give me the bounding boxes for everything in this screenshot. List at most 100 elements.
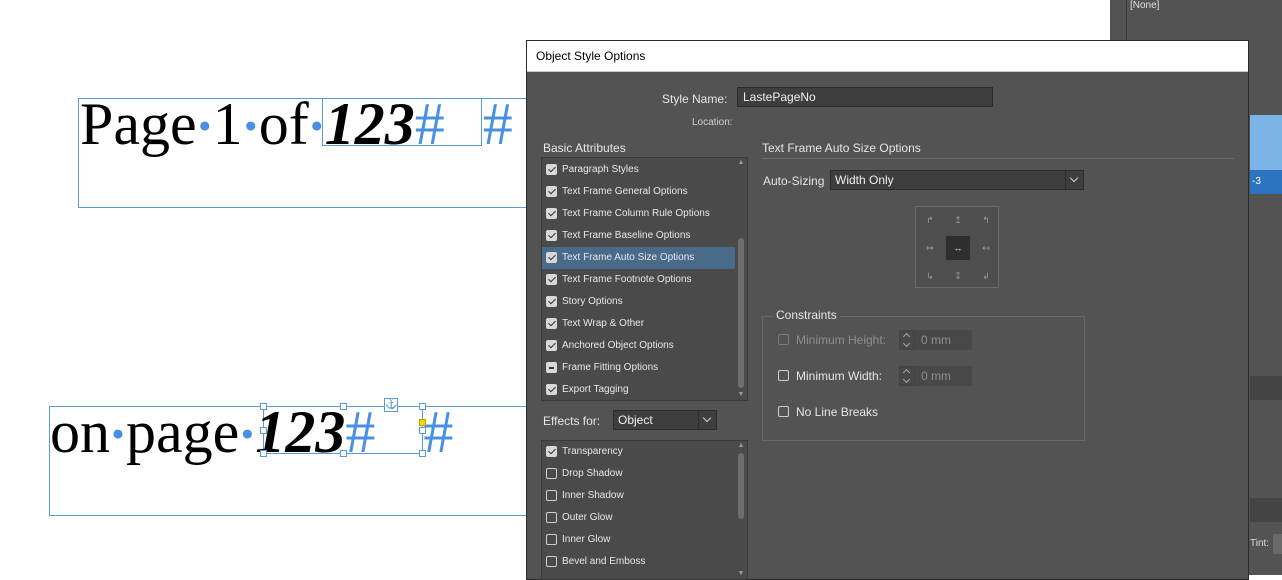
basic-attribute-item[interactable]: Story Options <box>542 291 747 313</box>
basic-attribute-checkbox[interactable] <box>546 384 557 395</box>
basic-attribute-checkbox[interactable] <box>546 252 557 263</box>
auto-sizing-select[interactable]: Width Only <box>830 170 1084 190</box>
effect-item[interactable]: Outer Glow <box>542 507 747 529</box>
basic-attribute-item[interactable]: Text Frame General Options <box>542 181 747 203</box>
resize-handle[interactable] <box>419 403 426 410</box>
reference-point-top-center-icon[interactable]: ↥ <box>946 208 970 232</box>
no-line-breaks-label: No Line Breaks <box>796 405 879 419</box>
basic-attribute-label: Export Tagging <box>562 384 629 395</box>
basic-attribute-checkbox[interactable] <box>546 230 557 241</box>
reference-point-top-right-icon[interactable]: ↰ <box>974 208 998 232</box>
swatch-none[interactable]: [None] <box>1130 0 1159 11</box>
effect-checkbox[interactable] <box>546 446 557 457</box>
basic-attribute-item[interactable]: Text Frame Footnote Options <box>542 269 747 291</box>
minimum-height-label: Minimum Height: <box>796 333 887 347</box>
chevron-down-icon <box>1065 171 1083 189</box>
basic-attribute-checkbox[interactable] <box>546 274 557 285</box>
constraints-title: Constraints <box>773 308 840 322</box>
auto-size-section-title: Text Frame Auto Size Options <box>762 141 921 155</box>
reference-point-top-left-icon[interactable]: ↱ <box>918 208 942 232</box>
basic-attributes-scrollbar[interactable]: ▲ ▼ <box>735 158 747 400</box>
effect-label: Transparency <box>562 446 623 457</box>
panel-strip <box>1250 376 1282 400</box>
dialog-title[interactable]: Object Style Options <box>527 41 1248 72</box>
resize-handle[interactable] <box>419 427 426 434</box>
location-label: Location: <box>692 117 733 128</box>
word-page-2: page <box>126 399 240 465</box>
basic-attribute-label: Text Frame General Options <box>562 186 688 197</box>
effect-checkbox[interactable] <box>546 490 557 501</box>
basic-attribute-checkbox[interactable] <box>546 208 557 219</box>
effect-checkbox[interactable] <box>546 556 557 567</box>
effect-item[interactable]: Inner Shadow <box>542 485 747 507</box>
end-of-frame-hash-2: # <box>423 399 454 465</box>
minimum-height-stepper[interactable] <box>899 330 915 350</box>
effect-item[interactable]: Bevel and Emboss <box>542 551 747 573</box>
basic-attribute-checkbox[interactable] <box>546 318 557 329</box>
basic-attribute-item[interactable]: Frame Fitting Options <box>542 357 747 379</box>
page-of-text: Page●1●of●123# # <box>80 91 513 157</box>
end-of-frame-hash: # <box>482 91 513 157</box>
effects-for-label: Effects for: <box>543 414 601 428</box>
end-of-story-hash-2: # <box>345 399 376 465</box>
auto-sizing-label: Auto-Sizing <box>763 174 825 188</box>
effect-checkbox[interactable] <box>546 512 557 523</box>
basic-attribute-checkbox[interactable] <box>546 164 557 175</box>
effects-list: Transparency Drop Shadow Inner Shadow Outer… <box>541 440 748 580</box>
style-name-input[interactable] <box>737 87 993 107</box>
effects-scrollbar[interactable]: ▲ ▼ <box>735 441 747 579</box>
basic-attribute-item[interactable]: Paragraph Styles <box>542 159 747 181</box>
end-of-story-hash: # <box>414 91 445 157</box>
basic-attribute-item[interactable]: Text Frame Baseline Options <box>542 225 747 247</box>
resize-handle[interactable] <box>260 450 267 457</box>
reference-point-middle-right-icon[interactable]: ↤ <box>974 236 998 260</box>
word-of: of <box>258 91 309 157</box>
minimum-width-input[interactable]: 0 mm <box>915 366 972 386</box>
basic-attribute-item[interactable]: Text Wrap & Other <box>542 313 747 335</box>
effect-item[interactable]: Transparency <box>542 441 747 463</box>
basic-attribute-checkbox[interactable] <box>546 362 557 373</box>
basic-attribute-label: Frame Fitting Options <box>562 362 659 373</box>
reference-point-bottom-center-icon[interactable]: ↧ <box>946 264 970 288</box>
word-on: on <box>50 399 110 465</box>
anchor-icon[interactable]: ⚓ <box>384 398 398 412</box>
basic-attribute-checkbox[interactable] <box>546 340 557 351</box>
object-style-options-dialog: Object Style Options Style Name: Locatio… <box>526 40 1249 580</box>
effects-for-select[interactable]: Object <box>613 410 717 430</box>
live-corner-handle[interactable] <box>419 419 426 426</box>
basic-attribute-label: Anchored Object Options <box>562 340 674 351</box>
style-name-label: Style Name: <box>662 92 728 106</box>
basic-attribute-item[interactable]: Text Frame Column Rule Options <box>542 203 747 225</box>
reference-point-bottom-left-icon[interactable]: ↳ <box>918 264 942 288</box>
resize-handle[interactable] <box>260 403 267 410</box>
reference-point-middle-left-icon[interactable]: ↦ <box>918 236 942 260</box>
minimum-width-stepper[interactable] <box>899 366 915 386</box>
minimum-height-checkbox[interactable] <box>778 334 789 345</box>
word-one: 1 <box>212 91 243 157</box>
effect-label: Bevel and Emboss <box>562 556 646 567</box>
effect-checkbox[interactable] <box>546 468 557 479</box>
no-line-breaks-checkbox[interactable] <box>778 406 789 417</box>
effect-label: Outer Glow <box>562 512 613 523</box>
resize-handle[interactable] <box>340 450 347 457</box>
effect-item[interactable]: Drop Shadow <box>542 463 747 485</box>
minimum-height-input[interactable]: 0 mm <box>915 330 972 350</box>
tint-field[interactable] <box>1273 534 1282 554</box>
basic-attribute-label: Text Frame Column Rule Options <box>562 208 710 219</box>
basic-attribute-item[interactable]: Anchored Object Options <box>542 335 747 357</box>
effect-item[interactable]: Inner Glow <box>542 529 747 551</box>
basic-attribute-item[interactable]: Export Tagging <box>542 379 747 400</box>
section-divider <box>762 158 1234 159</box>
basic-attribute-item[interactable]: Text Frame Auto Size Options <box>542 247 747 269</box>
basic-attribute-checkbox[interactable] <box>546 296 557 307</box>
resize-handle[interactable] <box>340 403 347 410</box>
minimum-width-checkbox[interactable] <box>778 370 789 381</box>
reference-point-bottom-right-icon[interactable]: ↲ <box>974 264 998 288</box>
reference-point-proxy: ↱ ↥ ↰ ↦ ↔ ↤ ↳ ↧ ↲ <box>915 206 999 288</box>
selected-swatch-row[interactable]: -3 <box>1250 170 1282 194</box>
reference-point-center-icon[interactable]: ↔ <box>946 236 970 260</box>
basic-attribute-checkbox[interactable] <box>546 186 557 197</box>
resize-handle[interactable] <box>260 427 267 434</box>
effect-checkbox[interactable] <box>546 534 557 545</box>
resize-handle[interactable] <box>419 450 426 457</box>
